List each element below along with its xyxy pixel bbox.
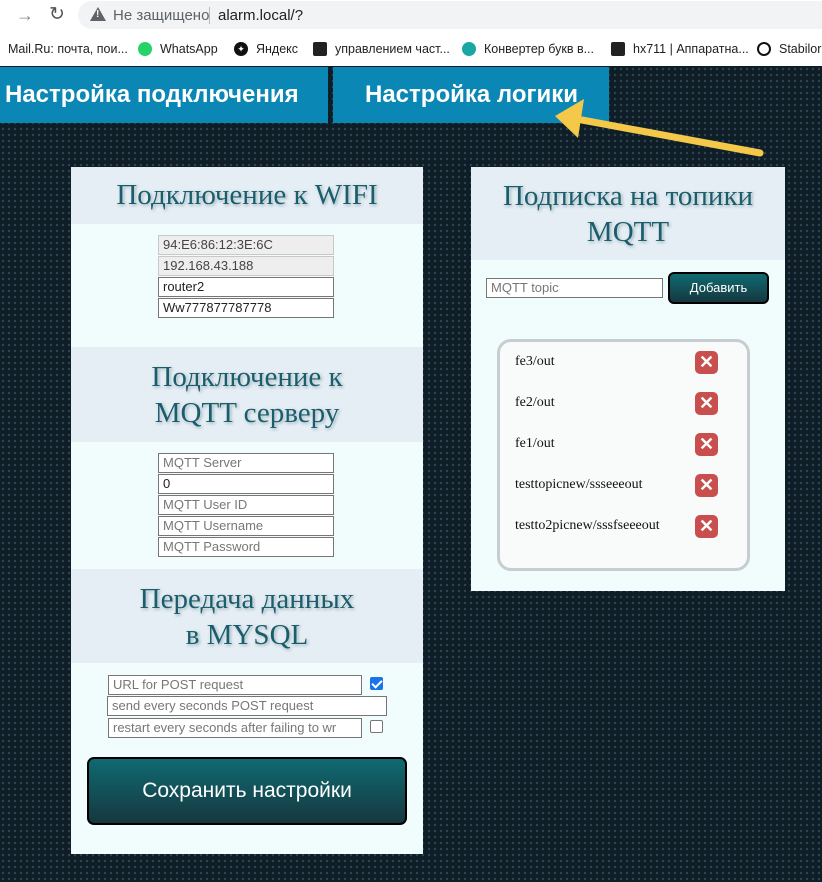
bookmark-hx711[interactable]: hx711 | Аппаратна... xyxy=(611,39,749,59)
bookmark-yandex[interactable]: ✦ Яндекс xyxy=(234,39,298,59)
bookmarks-bar: Mail.Ru: почта, пои... WhatsApp ✦ Яндекс… xyxy=(0,34,822,64)
converter-icon xyxy=(462,42,476,56)
restart-interval-input[interactable]: restart every seconds after failing to w… xyxy=(108,718,362,738)
subscriptions-panel: Подписка на топики MQTT MQTT topic Добав… xyxy=(471,167,785,591)
bookmark-label: Конвертер букв в... xyxy=(484,42,595,56)
mqtt-user-id-input[interactable]: MQTT User ID xyxy=(158,495,334,515)
tab-logic-settings[interactable]: Настройка логики xyxy=(333,67,609,123)
topic-list: fe3/out ✕ fe2/out ✕ fe1/out ✕ testtopicn… xyxy=(497,339,750,571)
bookmark-label: Mail.Ru: почта, пои... xyxy=(8,42,128,56)
delete-icon[interactable]: ✕ xyxy=(695,351,718,374)
bookmark-label: управлением част... xyxy=(335,42,450,56)
browser-chrome: → ↻ Не защищено alarm.local/? Mail.Ru: п… xyxy=(0,0,822,66)
delete-icon[interactable]: ✕ xyxy=(695,392,718,415)
site-icon xyxy=(611,42,625,56)
yandex-icon: ✦ xyxy=(234,42,248,56)
add-topic-button[interactable]: Добавить xyxy=(668,272,769,304)
mqtt-server-input[interactable]: MQTT Server xyxy=(158,453,334,473)
post-url-input[interactable]: URL for POST request xyxy=(108,675,362,695)
subscriptions-section-title: Подписка на топики MQTT xyxy=(471,167,785,260)
whatsapp-icon xyxy=(138,42,152,56)
ip-address-field[interactable]: 192.168.43.188 xyxy=(158,256,334,276)
mqtt-port-input[interactable]: 0 xyxy=(158,474,334,494)
post-interval-input[interactable]: send every seconds POST request xyxy=(107,696,387,716)
mqtt-title-line2: MQTT серверу xyxy=(154,397,340,429)
list-item: fe3/out ✕ xyxy=(515,351,735,375)
mqtt-title-line1: Подключение к xyxy=(151,361,343,393)
topic-name: fe2/out xyxy=(515,395,555,410)
tab-connection-settings[interactable]: Настройка подключения xyxy=(0,67,328,123)
arduino-icon xyxy=(757,42,771,56)
bookmark-site-1[interactable]: управлением част... xyxy=(313,39,450,59)
save-settings-button[interactable]: Сохранить настройки xyxy=(87,757,407,825)
mqtt-username-input[interactable]: MQTT Username xyxy=(158,516,334,536)
delete-icon[interactable]: ✕ xyxy=(695,515,718,538)
url-text[interactable]: alarm.local/? xyxy=(218,7,303,24)
mqtt-password-input[interactable]: MQTT Password xyxy=(158,537,334,557)
bookmark-whatsapp[interactable]: WhatsApp xyxy=(138,39,218,59)
delete-icon[interactable]: ✕ xyxy=(695,433,718,456)
subscriptions-title-line1: Подписка на топики xyxy=(502,180,754,212)
delete-icon[interactable]: ✕ xyxy=(695,474,718,497)
list-item: fe2/out ✕ xyxy=(515,392,735,416)
subscriptions-title-line2: MQTT xyxy=(586,216,670,248)
topic-name: testto2picnew/sssfseeeout xyxy=(515,518,660,533)
restart-enabled-checkbox[interactable] xyxy=(370,720,383,733)
bookmark-label: WhatsApp xyxy=(160,42,218,56)
wifi-title-text: Подключение к WIFI xyxy=(116,179,378,211)
reload-icon[interactable]: ↻ xyxy=(46,4,68,26)
address-row: → ↻ Не защищено alarm.local/? xyxy=(0,0,822,32)
post-enabled-checkbox[interactable] xyxy=(370,677,383,690)
bookmark-label: Яндекс xyxy=(256,42,299,56)
warning-icon[interactable] xyxy=(90,7,106,21)
mqtt-section-title: Подключение к MQTT серверу xyxy=(71,347,423,442)
mysql-title-line2: в MYSQL xyxy=(185,619,309,651)
wifi-ssid-field[interactable]: router2 xyxy=(158,277,334,297)
bookmark-label: hx711 | Аппаратна... xyxy=(633,42,749,56)
list-item: fe1/out ✕ xyxy=(515,433,735,457)
wifi-password-field[interactable]: Ww777877787778 xyxy=(158,298,334,318)
topic-name: fe1/out xyxy=(515,436,555,451)
bookmark-label: Stabilor xyxy=(779,42,822,56)
mqtt-topic-input[interactable]: MQTT topic xyxy=(486,278,663,298)
bookmark-converter[interactable]: Конвертер букв в... xyxy=(462,39,594,59)
bookmark-mailru[interactable]: Mail.Ru: почта, пои... xyxy=(8,39,128,59)
topic-name: testtopicnew/ssseeeout xyxy=(515,477,643,492)
mysql-title-line1: Передача данных xyxy=(139,583,355,615)
mysql-section-title: Передача данных в MYSQL xyxy=(71,569,423,663)
forward-arrow-icon[interactable]: → xyxy=(14,4,36,26)
wifi-section-title: Подключение к WIFI xyxy=(71,167,423,224)
security-label[interactable]: Не защищено xyxy=(113,7,209,24)
topic-name: fe3/out xyxy=(515,354,555,369)
list-item: testto2picnew/sssfseeeout ✕ xyxy=(515,515,735,539)
address-separator xyxy=(209,7,210,24)
list-item: testtopicnew/ssseeeout ✕ xyxy=(515,474,735,498)
settings-panel: Подключение к WIFI 94:E6:86:12:3E:6C 192… xyxy=(71,167,423,854)
mac-address-field[interactable]: 94:E6:86:12:3E:6C xyxy=(158,235,334,255)
bookmark-stabilor[interactable]: Stabilor xyxy=(757,39,821,59)
site-icon xyxy=(313,42,327,56)
address-bar[interactable]: Не защищено alarm.local/? xyxy=(78,1,822,29)
